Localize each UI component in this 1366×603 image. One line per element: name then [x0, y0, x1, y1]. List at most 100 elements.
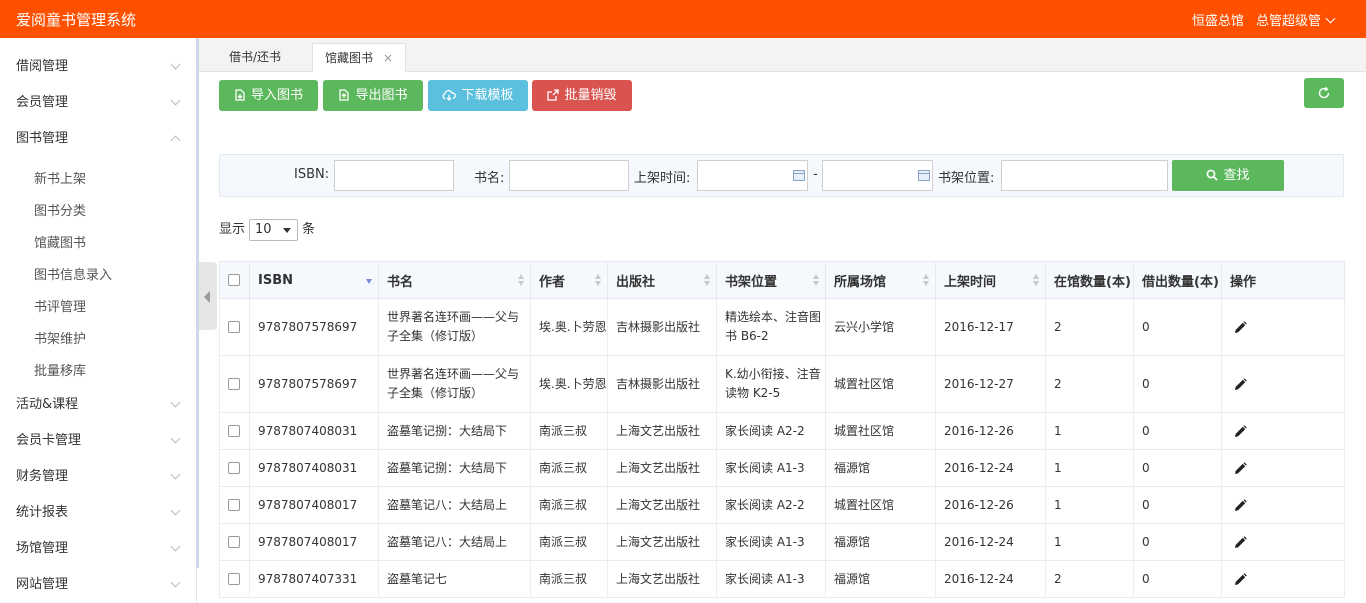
row-checkbox-cell[interactable]: [219, 486, 250, 524]
import-books-button[interactable]: 导入图书: [219, 80, 318, 111]
user-area[interactable]: 恒盛总馆 总管超级管: [1184, 10, 1336, 29]
shelf-location-input[interactable]: [1001, 160, 1168, 191]
branch-name[interactable]: 恒盛总馆: [1192, 14, 1244, 29]
edit-pencil-icon[interactable]: [1234, 535, 1247, 549]
table-row[interactable]: 9787807408031 盗墓笔记捌：大结局下 南派三叔 上海文艺出版社 家长阅读 A…: [219, 449, 1345, 487]
date-end-input[interactable]: [822, 160, 933, 191]
row-checkbox-cell[interactable]: [219, 449, 250, 487]
sidebar-subitem-book-entry[interactable]: 图书信息录入: [34, 264, 112, 283]
table-row[interactable]: 9787807408031 盗墓笔记捌：大结局下 南派三叔 上海文艺出版社 家长阅读 A…: [219, 412, 1345, 450]
edit-pencil-icon[interactable]: [1234, 424, 1247, 438]
row-checkbox[interactable]: [228, 499, 240, 511]
sort-desc-icon[interactable]: [366, 274, 372, 286]
close-icon[interactable]: ×: [383, 51, 393, 65]
isbn-input[interactable]: [334, 160, 454, 191]
row-checkbox[interactable]: [228, 321, 240, 333]
sidebar-item-books[interactable]: 图书管理: [0, 121, 197, 157]
sidebar-subitem-reviews[interactable]: 书评管理: [34, 296, 86, 315]
sort-icon[interactable]: [1033, 274, 1039, 286]
chevron-down-icon[interactable]: [1325, 13, 1336, 24]
refresh-button[interactable]: [1304, 78, 1344, 108]
refresh-icon: [1318, 86, 1330, 99]
sidebar-item-website[interactable]: 网站管理: [0, 567, 197, 603]
row-checkbox-cell[interactable]: [219, 523, 250, 561]
batch-destroy-button[interactable]: 批量销毁: [532, 80, 632, 111]
column-header-in-stock[interactable]: 在馆数量(本): [1045, 261, 1134, 299]
edit-pencil-icon[interactable]: [1234, 320, 1247, 334]
sidebar-item-activities[interactable]: 活动&课程: [0, 387, 197, 423]
sidebar-subitem-batch-move[interactable]: 批量移库: [34, 360, 86, 379]
export-books-button[interactable]: 导出图书: [323, 80, 423, 111]
row-checkbox-cell[interactable]: [219, 355, 250, 413]
column-header-title[interactable]: 书名: [378, 261, 531, 299]
column-header-author[interactable]: 作者: [530, 261, 608, 299]
select-all-checkbox-cell[interactable]: [219, 261, 250, 299]
sidebar-item-member-cards[interactable]: 会员卡管理: [0, 423, 197, 459]
table-row[interactable]: 9787807408017 盗墓笔记八：大结局上 南派三叔 上海文艺出版社 家长阅读 A…: [219, 523, 1345, 561]
cell-in-stock: 2: [1045, 560, 1134, 598]
row-checkbox[interactable]: [228, 378, 240, 390]
sort-icon[interactable]: [704, 274, 710, 286]
row-checkbox-cell[interactable]: [219, 412, 250, 450]
cell-publisher: 吉林摄影出版社: [607, 298, 717, 356]
sort-icon[interactable]: [518, 274, 524, 286]
edit-pencil-icon[interactable]: [1234, 461, 1247, 475]
table-row[interactable]: 9787807407331 盗墓笔记七 南派三叔 上海文艺出版社 家长阅读 A1-3 福源…: [219, 560, 1345, 598]
cell-actions: [1221, 523, 1345, 561]
sidebar-subitem-collection[interactable]: 馆藏图书: [34, 232, 86, 251]
cell-in-stock: 2: [1045, 298, 1134, 356]
page-size-select[interactable]: 10: [249, 218, 299, 241]
column-header-venue[interactable]: 所属场馆: [825, 261, 936, 299]
sidebar-item-members[interactable]: 会员管理: [0, 85, 197, 121]
row-checkbox-cell[interactable]: [219, 560, 250, 598]
cell-venue: 云兴小学馆: [825, 298, 936, 356]
calendar-icon[interactable]: [918, 170, 930, 181]
row-checkbox[interactable]: [228, 536, 240, 548]
cell-venue: 城置社区馆: [825, 412, 936, 450]
sidebar-item-reports[interactable]: 统计报表: [0, 495, 197, 531]
sidebar-collapse-toggle[interactable]: [199, 262, 217, 330]
tab-borrow-return[interactable]: 借书/还书: [217, 43, 293, 72]
table-row[interactable]: 9787807578697 世界著名连环画——父与子全集（修订版） 埃.奥.卜劳恩吉…: [219, 298, 1345, 356]
row-checkbox[interactable]: [228, 462, 240, 474]
chevron-down-icon: [170, 397, 181, 408]
cell-shelf: 家长阅读 A2-2: [716, 412, 826, 450]
column-header-borrowed[interactable]: 借出数量(本): [1133, 261, 1222, 299]
download-template-button[interactable]: 下载模板: [428, 80, 528, 111]
sidebar-item-venues[interactable]: 场馆管理: [0, 531, 197, 567]
select-all-checkbox[interactable]: [228, 274, 240, 286]
sidebar-subitem-categories[interactable]: 图书分类: [34, 200, 86, 219]
calendar-icon[interactable]: [793, 170, 805, 181]
column-header-publisher[interactable]: 出版社: [607, 261, 717, 299]
row-checkbox-cell[interactable]: [219, 298, 250, 356]
edit-pencil-icon[interactable]: [1234, 377, 1247, 391]
sort-icon[interactable]: [813, 274, 819, 286]
sidebar-item-finance[interactable]: 财务管理: [0, 459, 197, 495]
cell-title: 世界著名连环画——父与子全集（修订版）: [378, 355, 531, 413]
table-row[interactable]: 9787807408017 盗墓笔记八：大结局上 南派三叔 上海文艺出版社 家长阅读 A…: [219, 486, 1345, 524]
table-row[interactable]: 9787807578697 世界著名连环画——父与子全集（修订版） 埃.奥.卜劳恩吉…: [219, 355, 1345, 413]
sort-icon[interactable]: [923, 274, 929, 286]
cell-borrowed: 0: [1133, 298, 1222, 356]
edit-pencil-icon[interactable]: [1234, 572, 1247, 586]
cell-author: 埃.奥.卜劳恩: [530, 298, 608, 356]
row-checkbox[interactable]: [228, 425, 240, 437]
cell-isbn: 9787807578697: [249, 298, 379, 356]
user-name[interactable]: 总管超级管: [1256, 14, 1321, 29]
search-button[interactable]: 查找: [1172, 160, 1284, 191]
export-icon: [339, 89, 350, 101]
date-start-input[interactable]: [697, 160, 808, 191]
cell-shelf: 家长阅读 A1-3: [716, 560, 826, 598]
column-header-shelf[interactable]: 书架位置: [716, 261, 826, 299]
sidebar-subitem-shelves[interactable]: 书架维护: [34, 328, 86, 347]
sort-icon[interactable]: [595, 274, 601, 286]
sidebar-item-borrow[interactable]: 借阅管理: [0, 49, 197, 85]
book-name-input[interactable]: [509, 160, 629, 191]
sidebar-subitem-new-books[interactable]: 新书上架: [34, 168, 86, 187]
column-header-isbn[interactable]: ISBN: [249, 261, 379, 299]
tab-collection[interactable]: 馆藏图书 ×: [312, 43, 407, 72]
edit-pencil-icon[interactable]: [1234, 498, 1247, 512]
cell-isbn: 9787807408031: [249, 412, 379, 450]
row-checkbox[interactable]: [228, 573, 240, 585]
column-header-date[interactable]: 上架时间: [935, 261, 1046, 299]
